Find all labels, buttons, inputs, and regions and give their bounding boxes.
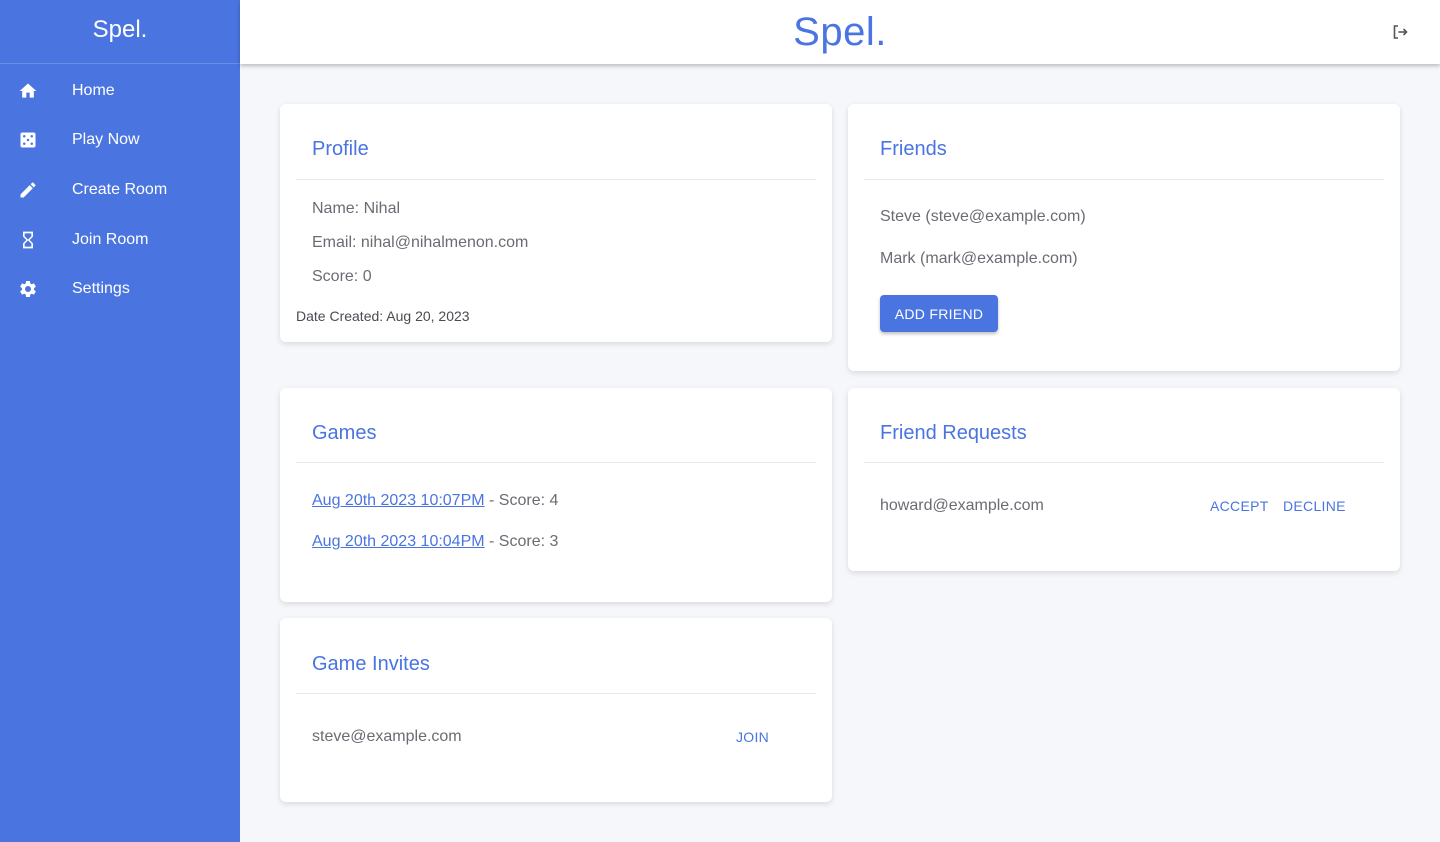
home-icon xyxy=(0,81,72,101)
friend-request-email: howard@example.com xyxy=(880,497,1044,514)
profile-date-created: Date Created: Aug 20, 2023 xyxy=(296,308,470,324)
sidebar-brand: Spel. xyxy=(0,0,240,64)
join-button[interactable]: JOIN xyxy=(736,729,769,745)
profile-card: Profile Name: Nihal Email: nihal@nihalme… xyxy=(280,104,832,342)
game-item: Aug 20th 2023 10:07PM - Score: 4 xyxy=(312,492,558,510)
friend-requests-title: Friend Requests xyxy=(880,422,1027,444)
sidebar-item-join-room[interactable]: Join Room xyxy=(0,215,240,265)
game-invite-email: steve@example.com xyxy=(312,728,462,745)
accept-button[interactable]: ACCEPT xyxy=(1210,498,1269,514)
friend-item: Steve (steve@example.com) xyxy=(880,208,1086,225)
friend-requests-card: Friend Requests howard@example.com ACCEP… xyxy=(848,388,1400,571)
dice-icon xyxy=(0,130,72,150)
sidebar-item-settings[interactable]: Settings xyxy=(0,264,240,314)
sidebar: Spel. Home Play Now Create Room Join Roo… xyxy=(0,0,240,842)
top-app-bar: Spel. xyxy=(240,0,1440,64)
profile-score: Score: 0 xyxy=(312,268,372,285)
games-card: Games Aug 20th 2023 10:07PM - Score: 4 A… xyxy=(280,388,832,602)
add-friend-button[interactable]: ADD FRIEND xyxy=(880,295,998,332)
game-item: Aug 20th 2023 10:04PM - Score: 3 xyxy=(312,533,558,551)
friends-card: Friends Steve (steve@example.com) Mark (… xyxy=(848,104,1400,371)
game-invites-card: Game Invites steve@example.com JOIN xyxy=(280,618,832,802)
sidebar-item-home[interactable]: Home xyxy=(0,66,240,116)
gear-icon xyxy=(0,279,72,299)
divider xyxy=(864,179,1384,180)
page-title: Spel. xyxy=(793,9,887,54)
friends-title: Friends xyxy=(880,138,947,160)
sidebar-item-create-room[interactable]: Create Room xyxy=(0,165,240,215)
sidebar-item-label: Create Room xyxy=(72,180,168,198)
decline-button[interactable]: DECLINE xyxy=(1283,498,1346,514)
sidebar-item-label: Settings xyxy=(72,280,130,298)
logout-icon[interactable] xyxy=(1390,22,1410,42)
game-link[interactable]: Aug 20th 2023 10:04PM xyxy=(312,533,485,550)
friend-item: Mark (mark@example.com) xyxy=(880,250,1078,267)
game-invites-title: Game Invites xyxy=(312,653,430,675)
profile-name: Name: Nihal xyxy=(312,200,401,217)
profile-title: Profile xyxy=(312,138,369,160)
divider xyxy=(864,462,1384,463)
game-link[interactable]: Aug 20th 2023 10:07PM xyxy=(312,492,485,509)
divider xyxy=(296,462,816,463)
sidebar-item-label: Join Room xyxy=(72,230,149,248)
game-score: - Score: 3 xyxy=(484,533,559,550)
sidebar-item-label: Home xyxy=(72,81,115,99)
divider xyxy=(296,179,816,180)
hourglass-icon xyxy=(0,230,72,250)
games-title: Games xyxy=(312,422,377,444)
sidebar-item-play-now[interactable]: Play Now xyxy=(0,116,240,166)
sidebar-item-label: Play Now xyxy=(72,131,140,149)
profile-email: Email: nihal@nihalmenon.com xyxy=(312,234,529,251)
sidebar-nav: Home Play Now Create Room Join Room Sett… xyxy=(0,64,240,314)
divider xyxy=(296,693,816,694)
pencil-icon xyxy=(0,180,72,200)
game-score: - Score: 4 xyxy=(484,492,559,509)
